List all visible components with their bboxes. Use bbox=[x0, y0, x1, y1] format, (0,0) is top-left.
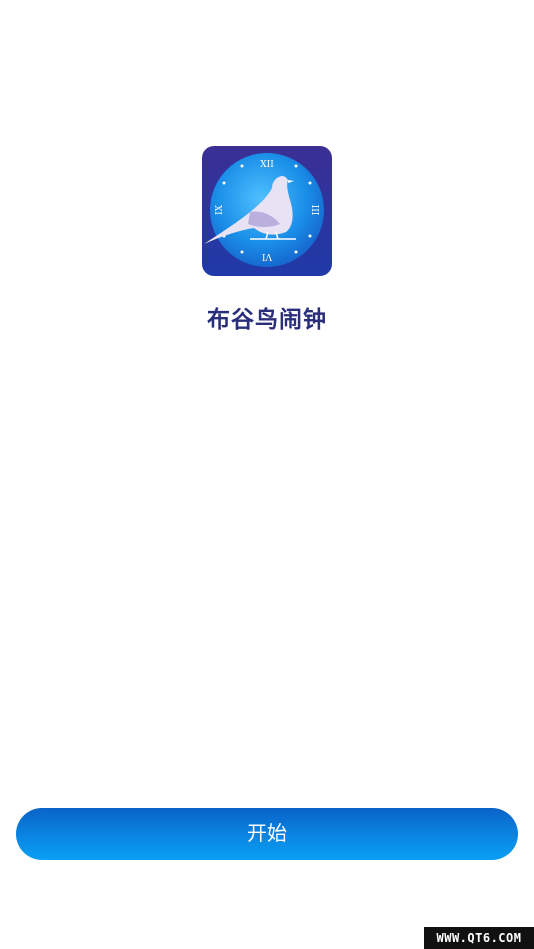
start-button[interactable]: 开始 bbox=[16, 808, 518, 860]
app-logo-icon: XII VI IX III bbox=[202, 146, 332, 276]
numeral-top: XII bbox=[260, 160, 274, 170]
splash-screen: XII VI IX III 布谷鸟闹钟 开始 WWW.QT6.COM bbox=[0, 0, 534, 949]
watermark-label: WWW.QT6.COM bbox=[424, 927, 534, 949]
numeral-right: III bbox=[309, 205, 319, 216]
app-title: 布谷鸟闹钟 bbox=[207, 307, 327, 333]
numeral-bottom: VI bbox=[262, 251, 273, 261]
numeral-left: IX bbox=[215, 204, 225, 215]
